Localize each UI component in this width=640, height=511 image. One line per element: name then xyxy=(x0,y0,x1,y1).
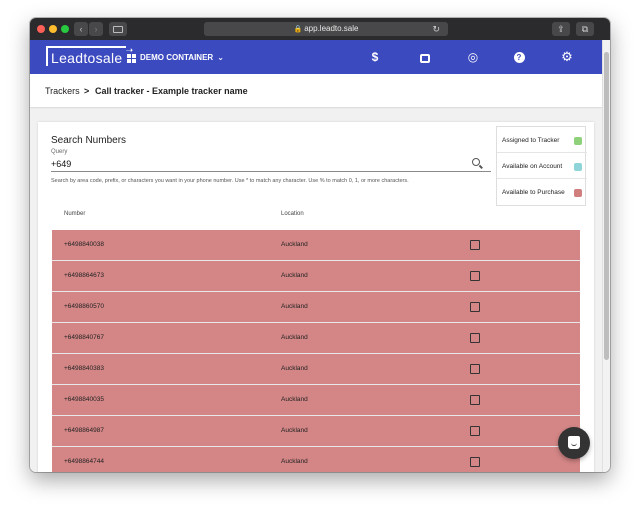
browser-toolbar: ‹ › 🔒app.leadto.sale ↻ ⇪ ⧉ + xyxy=(30,18,610,40)
share-button[interactable]: ⇪ xyxy=(552,22,570,36)
numbers-table: +6498840038 Auckland +6498864673 Auckland +6… xyxy=(52,230,580,472)
legend-swatch-assigned xyxy=(574,137,582,145)
tabs-icon: ⧉ xyxy=(581,24,589,34)
row-checkbox[interactable] xyxy=(470,271,480,281)
chat-icon xyxy=(568,436,580,449)
row-checkbox[interactable] xyxy=(470,426,480,436)
inbox-icon[interactable] xyxy=(416,48,434,66)
row-checkbox[interactable] xyxy=(470,395,480,405)
main-content: Search Numbers Query Search by area code… xyxy=(30,109,602,472)
sidebar-toggle-button[interactable] xyxy=(109,22,127,36)
legend-item-available-purchase: Available to Purchase xyxy=(497,179,587,205)
url-text: app.leadto.sale xyxy=(304,24,359,33)
breadcrumb-trackers-link[interactable]: Trackers xyxy=(45,86,80,96)
row-number: +6498840038 xyxy=(64,241,104,248)
query-input[interactable] xyxy=(51,156,491,172)
help-icon[interactable]: ? xyxy=(510,48,528,66)
lock-icon: 🔒 xyxy=(293,26,303,33)
legend-swatch-available-account xyxy=(574,163,582,171)
table-row[interactable]: +6498840383 Auckland xyxy=(52,354,580,385)
row-checkbox[interactable] xyxy=(470,364,480,374)
query-label: Query xyxy=(51,149,68,155)
zoom-window-button[interactable] xyxy=(61,25,69,33)
table-row[interactable]: +6498860570 Auckland xyxy=(52,292,580,323)
breadcrumb-separator: > xyxy=(84,86,90,96)
breadcrumb-current: Call tracker - Example tracker name xyxy=(95,86,248,96)
container-selector[interactable]: DEMO CONTAINER ⌄ xyxy=(127,51,224,65)
logo-text: Leadtosale xyxy=(51,50,123,66)
minimize-window-button[interactable] xyxy=(49,25,57,33)
reload-icon[interactable]: ↻ xyxy=(432,22,440,36)
legend: Assigned to Tracker Available on Account… xyxy=(496,126,587,206)
chevron-right-icon: › xyxy=(94,24,98,34)
legend-item-available-account: Available on Account xyxy=(497,153,587,179)
row-location: Auckland xyxy=(281,241,308,248)
chevron-down-icon: ⌄ xyxy=(217,53,224,62)
page: ‹ › 🔒app.leadto.sale ↻ ⇪ ⧉ + Leadtosale … xyxy=(0,0,640,511)
row-number: +6498840383 xyxy=(64,365,104,372)
dollar-icon[interactable]: $ xyxy=(366,48,384,66)
row-location: Auckland xyxy=(281,396,308,403)
table-row[interactable]: +6498840767 Auckland xyxy=(52,323,580,354)
table-row[interactable]: +6498864673 Auckland xyxy=(52,261,580,292)
back-button[interactable]: ‹ xyxy=(74,22,88,36)
logo[interactable]: Leadtosale ➝ xyxy=(46,45,133,66)
gear-icon[interactable]: ⚙ xyxy=(558,48,576,66)
search-icon[interactable] xyxy=(472,157,486,171)
share-icon: ⇪ xyxy=(557,24,565,34)
row-number: +6498840767 xyxy=(64,334,104,341)
grid-icon xyxy=(127,53,136,63)
address-bar[interactable]: 🔒 app.leadto.sale ↻ xyxy=(204,22,448,36)
table-row[interactable]: +6498840038 Auckland xyxy=(52,230,580,261)
section-title: Search Numbers xyxy=(51,135,127,146)
chevron-left-icon: ‹ xyxy=(79,24,83,34)
close-window-button[interactable] xyxy=(37,25,45,33)
row-location: Auckland xyxy=(281,427,308,434)
row-checkbox[interactable] xyxy=(470,302,480,312)
row-location: Auckland xyxy=(281,272,308,279)
breadcrumb: Trackers > Call tracker - Example tracke… xyxy=(30,74,602,108)
scrollbar-thumb[interactable] xyxy=(604,52,609,360)
tab-overview-button[interactable]: ⧉ xyxy=(576,22,594,36)
row-number: +6498840035 xyxy=(64,396,104,403)
search-numbers-card: Search Numbers Query Search by area code… xyxy=(38,122,594,472)
row-number: +6498860570 xyxy=(64,303,104,310)
row-number: +6498864673 xyxy=(64,272,104,279)
table-row[interactable]: +6498840035 Auckland xyxy=(52,385,580,416)
legend-swatch-available-purchase xyxy=(574,189,582,197)
row-checkbox[interactable] xyxy=(470,240,480,250)
table-row[interactable]: +6498864744 Auckland xyxy=(52,447,580,472)
row-location: Auckland xyxy=(281,458,308,465)
target-icon[interactable]: ◎ xyxy=(464,48,482,66)
app-header: Leadtosale ➝ DEMO CONTAINER ⌄ $ ◎ ? ⚙ xyxy=(30,40,602,74)
container-label: DEMO CONTAINER xyxy=(140,53,214,62)
column-header-location: Location xyxy=(281,211,304,217)
row-checkbox[interactable] xyxy=(470,457,480,467)
row-number: +6498864987 xyxy=(64,427,104,434)
chat-launcher-button[interactable] xyxy=(558,427,590,459)
forward-button[interactable]: › xyxy=(89,22,103,36)
row-location: Auckland xyxy=(281,365,308,372)
row-location: Auckland xyxy=(281,334,308,341)
table-row[interactable]: +6498864987 Auckland xyxy=(52,416,580,447)
row-number: +6498864744 xyxy=(64,458,104,465)
row-checkbox[interactable] xyxy=(470,333,480,343)
browser-window: ‹ › 🔒app.leadto.sale ↻ ⇪ ⧉ + Leadtosale … xyxy=(30,18,610,472)
row-location: Auckland xyxy=(281,303,308,310)
legend-item-assigned: Assigned to Tracker xyxy=(497,127,587,153)
page-scrollbar[interactable] xyxy=(602,40,610,472)
column-header-number: Number xyxy=(64,211,86,217)
sidebar-icon xyxy=(113,26,123,33)
search-hint: Search by area code, prefix, or characte… xyxy=(51,178,409,184)
